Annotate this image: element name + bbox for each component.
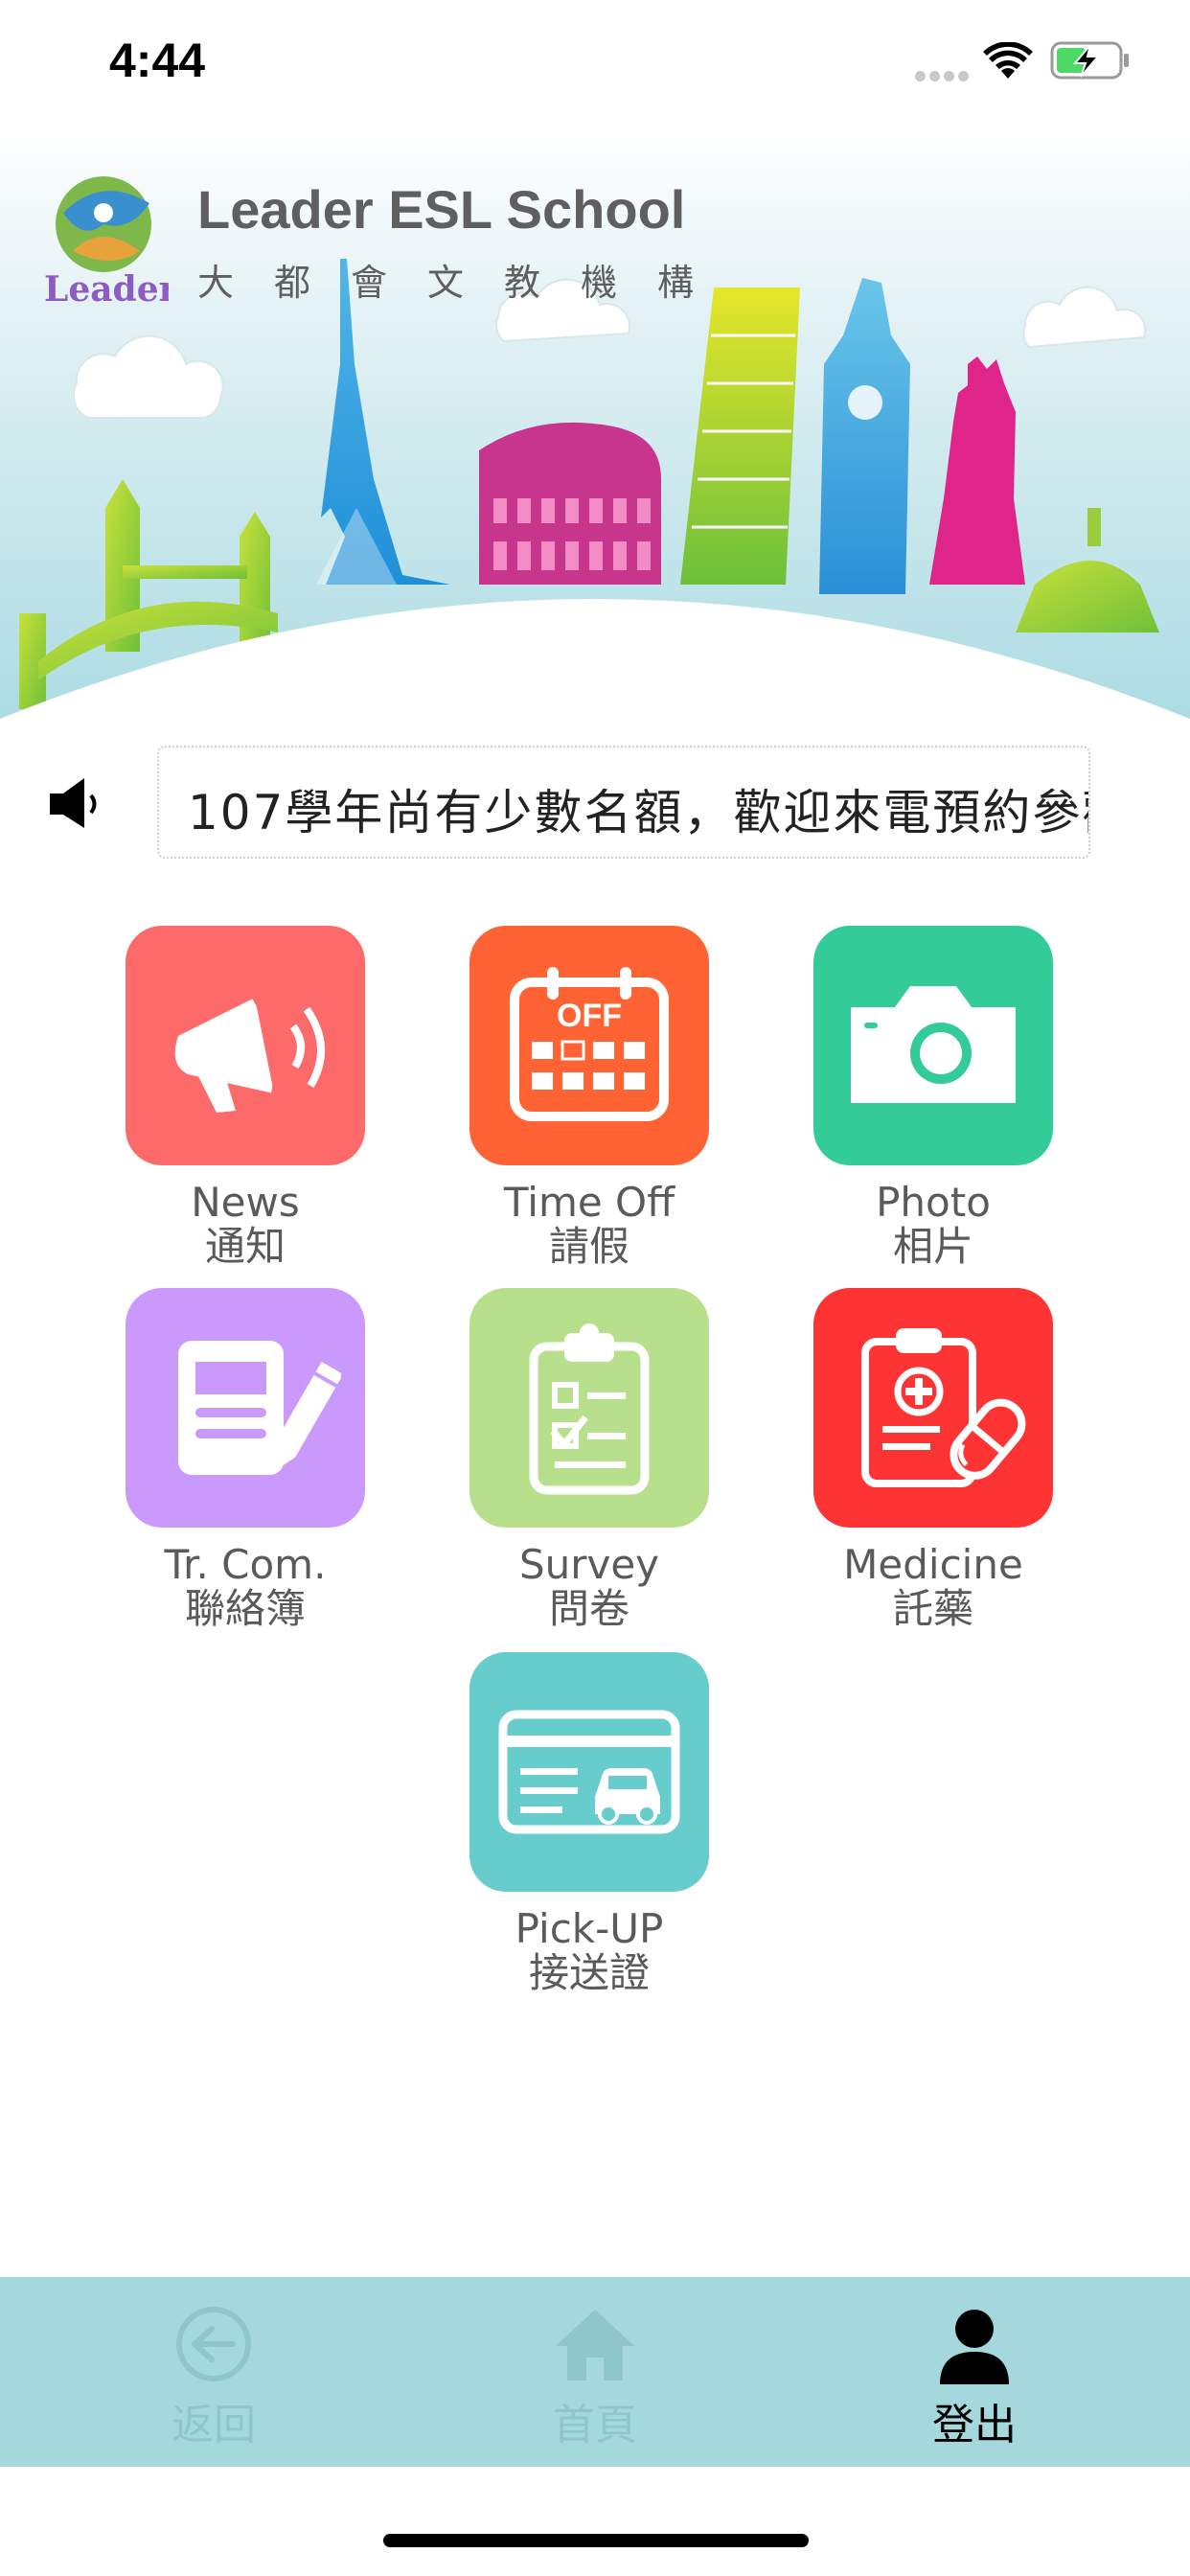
tile-pick-up[interactable]: Pick-UP 接送證 — [469, 1652, 709, 1995]
notebook-pencil-icon — [126, 1288, 365, 1528]
tile-label: Time Off 請假 — [503, 1179, 675, 1270]
nav-logout[interactable]: 登出 — [879, 2277, 1070, 2467]
speaker-icon — [50, 778, 97, 828]
car-card-icon — [469, 1652, 709, 1892]
status-time: 4:44 — [109, 34, 206, 87]
camera-icon — [813, 926, 1053, 1165]
home-icon — [556, 2310, 634, 2380]
tile-photo[interactable]: Photo 相片 — [813, 926, 1053, 1269]
announcement-marquee[interactable]: 107學年尚有少數名額，歡迎來電預約參觀 — [157, 746, 1090, 859]
nav-home[interactable]: 首頁 — [499, 2277, 691, 2467]
school-logo: Leader — [44, 176, 169, 309]
tile-tr-com[interactable]: Tr. Com. 聯絡簿 — [126, 1288, 365, 1631]
tile-news[interactable]: News 通知 — [126, 926, 365, 1269]
announcement-text: 107學年尚有少數名額，歡迎來電預約參觀 — [188, 785, 1090, 840]
logo-wordmark: Leader — [44, 269, 169, 309]
tile-label: News 通知 — [191, 1179, 300, 1270]
megaphone-icon — [126, 926, 365, 1165]
school-name: Leader ESL School — [197, 179, 686, 240]
back-arrow-icon — [176, 2307, 251, 2381]
tile-label: Tr. Com. 聯絡簿 — [164, 1541, 327, 1632]
school-subtitle: 大都會文教機構 — [197, 262, 735, 304]
status-bar: 4:44 — [0, 0, 1190, 125]
svg-text:OFF: OFF — [557, 998, 622, 1034]
tile-time-off[interactable]: OFF Time Off 請假 — [469, 926, 709, 1269]
tile-label: Photo 相片 — [876, 1179, 991, 1270]
clipboard-checklist-icon — [469, 1288, 709, 1528]
tile-medicine[interactable]: Medicine 託藥 — [813, 1288, 1053, 1631]
nav-logout-label: 登出 — [932, 2401, 1017, 2450]
nav-back[interactable]: 返回 — [118, 2277, 309, 2467]
battery-charging-icon — [1050, 41, 1129, 80]
home-indicator[interactable] — [383, 2534, 809, 2547]
tile-label: Pick-UP 接送證 — [515, 1905, 664, 1996]
bottom-nav: 返回 首頁 登出 — [0, 2277, 1190, 2467]
user-icon — [940, 2310, 1009, 2384]
nav-back-label: 返回 — [172, 2401, 256, 2450]
tile-label: Survey 問卷 — [518, 1541, 660, 1632]
nav-home-label: 首頁 — [553, 2401, 637, 2450]
tile-label: Medicine 託藥 — [843, 1541, 1023, 1632]
cellular-signal-icon — [915, 69, 973, 86]
tile-survey[interactable]: Survey 問卷 — [469, 1288, 709, 1631]
medical-clipboard-pill-icon — [813, 1288, 1053, 1528]
calendar-off-icon: OFF — [469, 926, 709, 1165]
wifi-icon — [983, 42, 1033, 79]
